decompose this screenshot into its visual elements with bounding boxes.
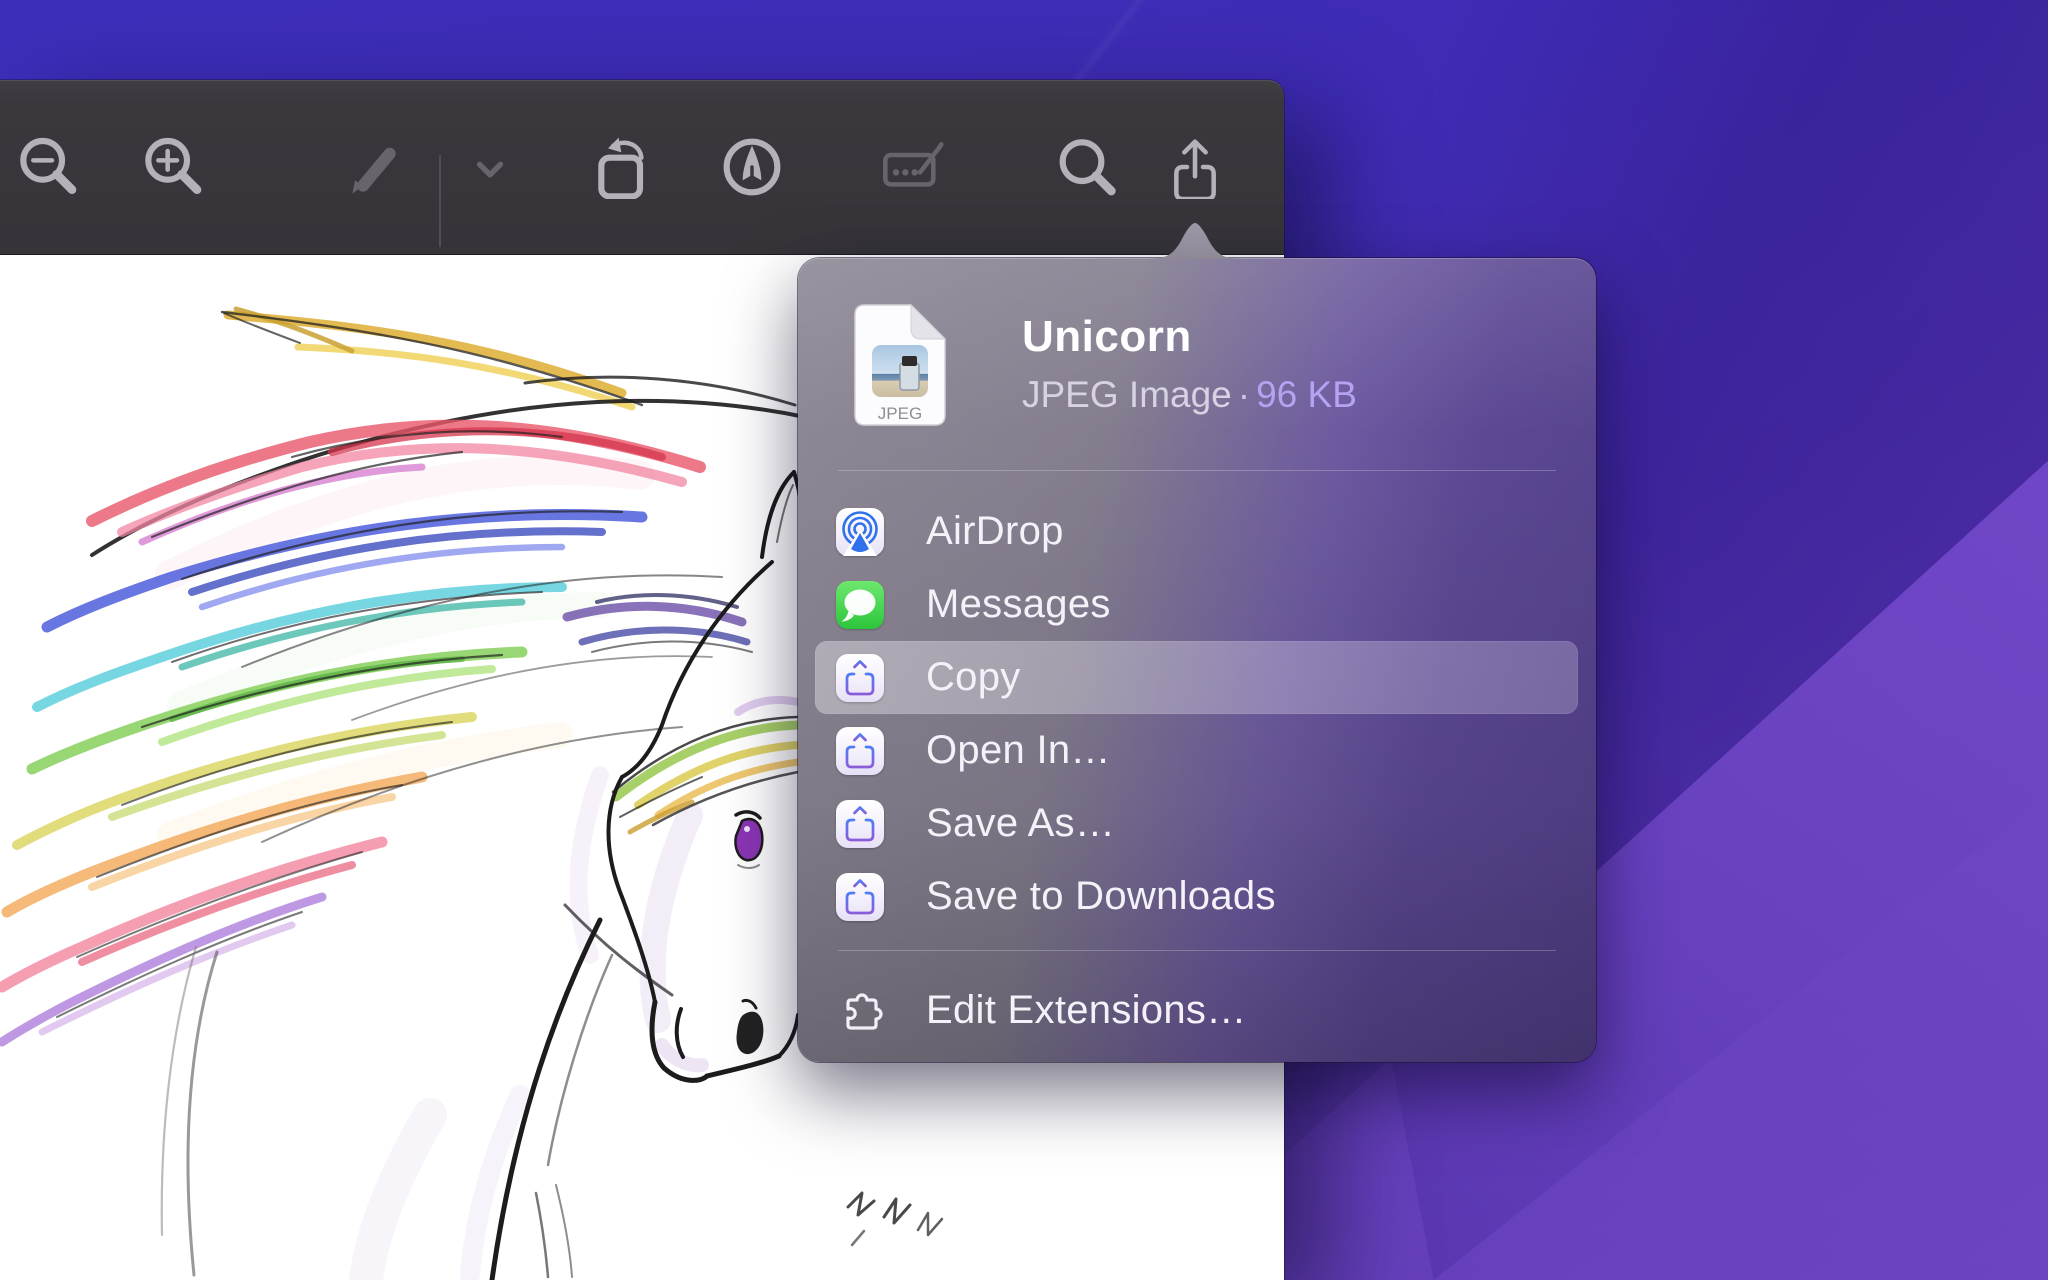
menu-label: Edit Extensions… <box>926 988 1247 1033</box>
puzzle-icon <box>836 987 884 1035</box>
jpeg-file-icon: JPEG <box>853 303 947 427</box>
file-type: JPEG Image <box>1022 374 1232 415</box>
file-name: Unicorn <box>1022 313 1357 361</box>
menu-label: Messages <box>926 582 1111 627</box>
popover-divider-bottom <box>838 950 1556 951</box>
file-badge: JPEG <box>878 404 922 423</box>
toolbar <box>0 80 1284 255</box>
share-menu: AirDrop Messages <box>815 495 1578 933</box>
messages-icon <box>836 581 884 629</box>
menu-label: Save As… <box>926 801 1115 846</box>
zoom-out-icon[interactable] <box>16 135 80 199</box>
popover-divider-top <box>838 470 1556 471</box>
toolbar-divider <box>439 155 441 247</box>
menu-item-airdrop[interactable]: AirDrop <box>815 495 1578 568</box>
menu-label: AirDrop <box>926 509 1064 554</box>
share-popover: JPEG Unicorn JPEG Image·96 KB AirDr <box>798 258 1596 1062</box>
fill-and-sign-icon[interactable] <box>880 135 944 199</box>
share-arrow-icon <box>836 727 884 775</box>
rotate-left-icon[interactable] <box>588 135 652 199</box>
file-size: 96 KB <box>1256 374 1357 415</box>
markup-pencil-icon[interactable] <box>335 135 399 199</box>
menu-item-save-to-downloads[interactable]: Save to Downloads <box>815 860 1578 933</box>
share-arrow-icon <box>836 800 884 848</box>
share-icon[interactable] <box>1163 135 1227 199</box>
menu-item-edit-extensions[interactable]: Edit Extensions… <box>815 974 1578 1047</box>
menu-label: Copy <box>926 655 1021 700</box>
file-summary: JPEG Unicorn JPEG Image·96 KB <box>853 303 1357 427</box>
share-arrow-icon <box>836 873 884 921</box>
menu-item-messages[interactable]: Messages <box>815 568 1578 641</box>
chevron-down-icon[interactable] <box>462 141 518 197</box>
popover-arrow <box>1143 219 1247 259</box>
search-icon[interactable] <box>1054 135 1118 199</box>
menu-label: Open In… <box>926 728 1111 773</box>
share-arrow-icon <box>836 654 884 702</box>
annotate-pen-icon[interactable] <box>720 135 784 199</box>
airdrop-icon <box>836 508 884 556</box>
menu-item-open-in[interactable]: Open In… <box>815 714 1578 787</box>
file-meta: JPEG Image·96 KB <box>1022 375 1357 416</box>
file-meta-separator: · <box>1232 374 1256 415</box>
menu-item-copy[interactable]: Copy <box>815 641 1578 714</box>
menu-label: Save to Downloads <box>926 874 1276 919</box>
menu-item-save-as[interactable]: Save As… <box>815 787 1578 860</box>
zoom-in-icon[interactable] <box>141 135 205 199</box>
